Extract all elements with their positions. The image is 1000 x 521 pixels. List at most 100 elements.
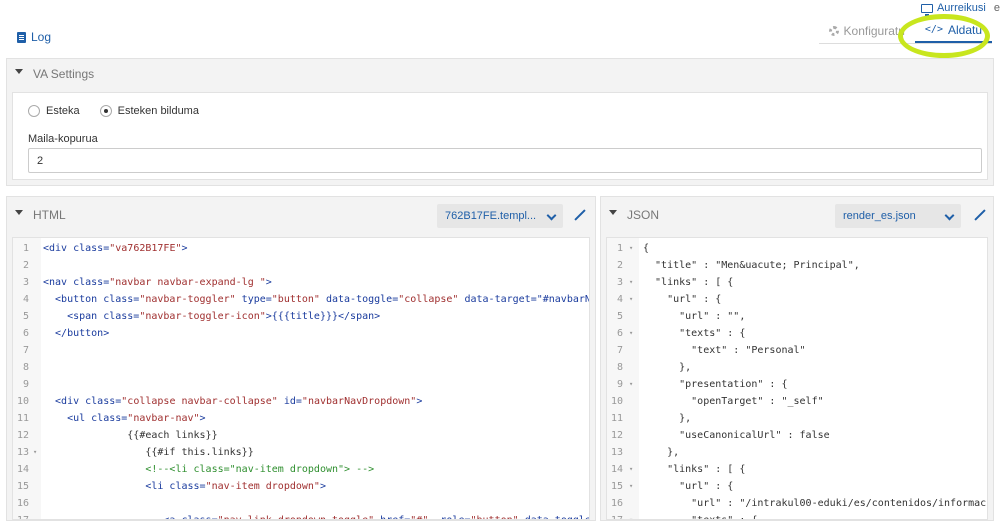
code-text: "text" : "Personal"	[643, 345, 806, 356]
code-text: <li class="nav-item dropdown">	[43, 481, 326, 492]
line-number: 1	[616, 243, 623, 254]
code-line[interactable]: 4 ▾ "url" : {	[607, 291, 987, 308]
json-editor-title: JSON	[627, 208, 660, 222]
code-text: <div class="collapse navbar-collapse" id…	[43, 396, 423, 407]
code-text: "url" : {	[643, 481, 734, 492]
html-file-select[interactable]: 762B17FE.templ...	[437, 204, 563, 228]
code-line[interactable]: 8 },	[607, 359, 987, 376]
va-settings-title: VA Settings	[33, 67, 95, 81]
code-text: <span class="navbar-toggler-icon">{{{tit…	[43, 311, 381, 322]
code-icon: </>	[924, 24, 943, 35]
code-line[interactable]: 7	[13, 342, 589, 359]
code-line[interactable]: 17 <a class="nav-link dropdown-toggle" h…	[13, 512, 589, 519]
code-line[interactable]: 12 {{#each links}}	[13, 427, 589, 444]
code-text: "links" : [ {	[643, 277, 734, 288]
code-line[interactable]: 6 </button>	[13, 325, 589, 342]
code-line[interactable]: 5 <span class="navbar-toggler-icon">{{{t…	[13, 308, 589, 325]
code-line[interactable]: 2 "title" : "Men&uacute; Principal",	[607, 257, 987, 274]
code-line[interactable]: 11 },	[607, 410, 987, 427]
code-line[interactable]: 10 <div class="collapse navbar-collapse"…	[13, 393, 589, 410]
fold-toggle-icon[interactable]: ▾	[33, 444, 37, 461]
collapse-caret-icon[interactable]	[609, 209, 617, 215]
tab-edit[interactable]: </> Aldatu	[914, 18, 992, 43]
fold-toggle-icon[interactable]: ▾	[629, 461, 633, 478]
code-line[interactable]: 17 ▾ "texts" : {	[607, 512, 987, 519]
code-line[interactable]: 10 "openTarget" : "_self"	[607, 393, 987, 410]
line-number: 10	[610, 396, 623, 407]
line-number: 6	[22, 328, 29, 339]
html-code-editor[interactable]: 1 <div class="va762B17FE"> 2 3 <nav class="n…	[12, 237, 590, 520]
fold-toggle-icon[interactable]: ▾	[629, 291, 633, 308]
document-icon	[17, 31, 26, 43]
collapse-caret-icon[interactable]	[15, 68, 23, 74]
monitor-icon	[920, 3, 933, 16]
collapse-caret-icon[interactable]	[15, 209, 23, 215]
html-file-select-value: 762B17FE.templ...	[445, 210, 537, 222]
fold-toggle-icon[interactable]: ▾	[629, 240, 633, 257]
log-link[interactable]: Log	[17, 30, 51, 44]
expand-icon[interactable]	[575, 210, 585, 220]
line-number: 11	[16, 413, 29, 424]
code-text: },	[643, 447, 680, 458]
level-count-input[interactable]	[28, 148, 982, 173]
code-line[interactable]: 15 ▾ "url" : {	[607, 478, 987, 495]
fold-toggle-icon[interactable]: ▾	[629, 274, 633, 291]
line-number: 2	[616, 260, 623, 271]
tab-configure[interactable]: Konfiguratu	[819, 18, 915, 43]
code-text: "texts" : {	[643, 512, 757, 519]
radio-link[interactable]	[28, 105, 40, 117]
json-code-editor[interactable]: 1 ▾ {2 "title" : "Men&uacute; Principal", 3…	[606, 237, 988, 520]
code-line[interactable]: 1 ▾ {	[607, 240, 987, 257]
code-line[interactable]: 9	[13, 376, 589, 393]
code-text: "openTarget" : "_self"	[643, 396, 824, 407]
code-line[interactable]: 14 <!--<li class="nav-item dropdown"> --…	[13, 461, 589, 478]
va-settings-header[interactable]: VA Settings	[7, 59, 993, 89]
fold-toggle-icon[interactable]: ▾	[629, 325, 633, 342]
code-line[interactable]: 11 <ul class="navbar-nav">	[13, 410, 589, 427]
preview-link[interactable]: Aurreikusi e	[920, 0, 1000, 16]
code-line[interactable]: 14 ▾ "links" : [ {	[607, 461, 987, 478]
json-editor-panel: JSON render_es.json 1 ▾ {2 "title" : "Men&…	[600, 196, 994, 521]
code-text: "url" : "/intrakul00-eduki/es/contenidos…	[643, 498, 988, 509]
code-line[interactable]: 4 <button class="navbar-toggler" type="b…	[13, 291, 589, 308]
code-line[interactable]: 1 <div class="va762B17FE">	[13, 240, 589, 257]
fold-toggle-icon[interactable]: ▾	[629, 512, 633, 519]
line-number: 8	[616, 362, 623, 373]
line-number: 10	[16, 396, 29, 407]
code-text: "useCanonicalUrl" : false	[643, 430, 830, 441]
code-line[interactable]: 8	[13, 359, 589, 376]
code-text: },	[643, 413, 692, 424]
code-line[interactable]: 6 ▾ "texts" : {	[607, 325, 987, 342]
expand-icon[interactable]	[975, 210, 985, 220]
code-text: {	[643, 243, 650, 254]
code-line[interactable]: 16 "url" : "/intrakul00-eduki/es/conteni…	[607, 495, 987, 512]
code-line[interactable]: 2	[13, 257, 589, 274]
code-line[interactable]: 5 "url" : "",	[607, 308, 987, 325]
code-line[interactable]: 7 "text" : "Personal"	[607, 342, 987, 359]
line-number: 14	[610, 464, 623, 475]
line-number: 17	[607, 512, 623, 519]
line-number: 6	[616, 328, 623, 339]
gear-icon	[828, 25, 839, 36]
code-line[interactable]: 3 ▾ "links" : [ {	[607, 274, 987, 291]
code-line[interactable]: 9 ▾ "presentation" : {	[607, 376, 987, 393]
code-line[interactable]: 3 <nav class="navbar navbar-expand-lg ">	[13, 274, 589, 291]
html-editor-header: HTML 762B17FE.templ...	[7, 197, 595, 233]
fold-toggle-icon[interactable]: ▾	[629, 376, 633, 393]
code-line[interactable]: 13 ▾ {{#if this.links}}	[13, 444, 589, 461]
code-line[interactable]: 15 <li class="nav-item dropdown">	[13, 478, 589, 495]
line-number: 9	[22, 379, 29, 390]
line-number: 16	[610, 498, 623, 509]
code-line[interactable]: 13 },	[607, 444, 987, 461]
code-line[interactable]: 12 "useCanonicalUrl" : false	[607, 427, 987, 444]
line-number: 12	[610, 430, 623, 441]
code-text: {{#each links}}	[43, 430, 218, 441]
code-text: <button class="navbar-toggler" type="but…	[43, 294, 590, 305]
radio-link-collection[interactable]	[99, 105, 112, 117]
va-settings-body: Esteka Esteken bilduma Maila-kopurua	[12, 92, 988, 180]
line-number: 7	[616, 345, 623, 356]
code-line[interactable]: 16	[13, 495, 589, 512]
line-number: 12	[16, 430, 29, 441]
json-file-select[interactable]: render_es.json	[835, 204, 961, 228]
fold-toggle-icon[interactable]: ▾	[629, 478, 633, 495]
